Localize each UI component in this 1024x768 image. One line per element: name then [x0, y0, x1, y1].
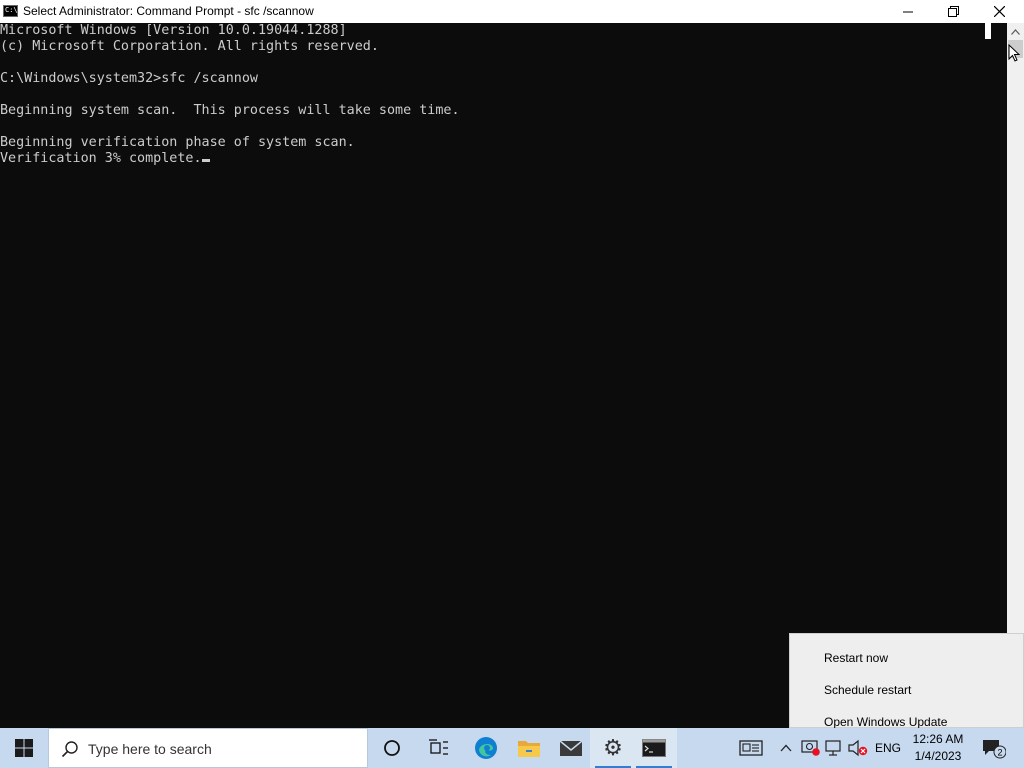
news-widget-button[interactable] — [733, 728, 769, 768]
console-line: Beginning verification phase of system s… — [0, 135, 355, 150]
close-button[interactable] — [976, 0, 1022, 23]
settings-button[interactable]: ⚙ — [590, 728, 636, 768]
restore-icon — [947, 6, 959, 17]
language-indicator[interactable]: ENG — [873, 728, 903, 768]
mail-button[interactable] — [548, 728, 594, 768]
mail-icon — [559, 740, 583, 756]
vertical-scrollbar[interactable] — [1007, 23, 1024, 728]
clock-date: 1/4/2023 — [914, 749, 962, 763]
cortana-icon — [384, 740, 400, 756]
console-line: C:\Windows\system32>sfc /scannow — [0, 71, 258, 86]
console-line: Beginning system scan. This process will… — [0, 103, 460, 118]
console-line: (c) Microsoft Corporation. All rights re… — [0, 39, 379, 54]
menu-item-restart-now[interactable]: Restart now — [824, 651, 888, 665]
clock[interactable]: 12:26 AM 1/4/2023 — [910, 731, 966, 765]
window-titlebar[interactable]: Select Administrator: Command Prompt - s… — [0, 0, 1024, 23]
start-button[interactable] — [0, 728, 48, 768]
task-view-icon — [429, 739, 448, 755]
volume-muted-icon — [848, 739, 868, 757]
security-tray-button[interactable] — [800, 728, 822, 768]
console-line: Verification 3% complete. — [0, 151, 202, 166]
taskbar-search-box[interactable]: Type here to search — [48, 728, 368, 768]
command-prompt-icon — [3, 5, 18, 17]
file-explorer-button[interactable] — [506, 728, 552, 768]
chevron-up-icon — [1011, 28, 1020, 35]
console-area[interactable]: Microsoft Windows [Version 10.0.19044.12… — [0, 23, 1007, 728]
command-prompt-taskbar-button[interactable] — [631, 728, 677, 768]
windows-logo-icon — [15, 739, 33, 757]
notification-icon: 2 — [983, 740, 1006, 759]
news-icon — [739, 740, 763, 756]
search-placeholder: Type here to search — [88, 741, 212, 757]
scroll-position-marker — [985, 23, 991, 39]
window-title: Select Administrator: Command Prompt - s… — [23, 4, 314, 18]
cortana-button[interactable] — [369, 728, 415, 768]
notification-count: 2 — [997, 748, 1002, 758]
task-view-button[interactable] — [416, 728, 462, 768]
network-tray-button[interactable] — [823, 728, 845, 768]
show-hidden-icons-button[interactable] — [777, 728, 795, 768]
windows-update-icon — [801, 740, 820, 756]
edge-button[interactable] — [463, 728, 509, 768]
mouse-pointer-icon — [1008, 44, 1020, 62]
menu-item-open-windows-update[interactable]: Open Windows Update — [824, 715, 947, 729]
volume-tray-button[interactable] — [846, 728, 870, 768]
clock-time: 12:26 AM — [912, 732, 964, 746]
minimize-icon — [903, 11, 913, 12]
console-line: Microsoft Windows [Version 10.0.19044.12… — [0, 23, 347, 38]
edge-icon — [475, 737, 497, 759]
minimize-button[interactable] — [885, 0, 931, 23]
menu-item-schedule-restart[interactable]: Schedule restart — [824, 683, 911, 697]
scroll-up-button[interactable] — [1007, 23, 1024, 40]
console-output: Microsoft Windows [Version 10.0.19044.12… — [0, 23, 1007, 167]
command-prompt-icon — [642, 739, 666, 757]
file-explorer-icon — [518, 741, 540, 757]
chevron-up-icon — [780, 744, 792, 752]
close-icon — [993, 6, 1005, 17]
taskbar: Type here to search ⚙ ENG 12:26 AM 1/4/2… — [0, 728, 1024, 768]
text-cursor — [201, 159, 210, 162]
search-icon — [61, 741, 78, 758]
settings-icon: ⚙ — [603, 735, 623, 760]
network-icon — [825, 740, 841, 756]
restart-context-menu: Restart now Schedule restart Open Window… — [789, 633, 1024, 729]
restore-button[interactable] — [930, 0, 976, 23]
action-center-button[interactable]: 2 — [976, 728, 1010, 768]
